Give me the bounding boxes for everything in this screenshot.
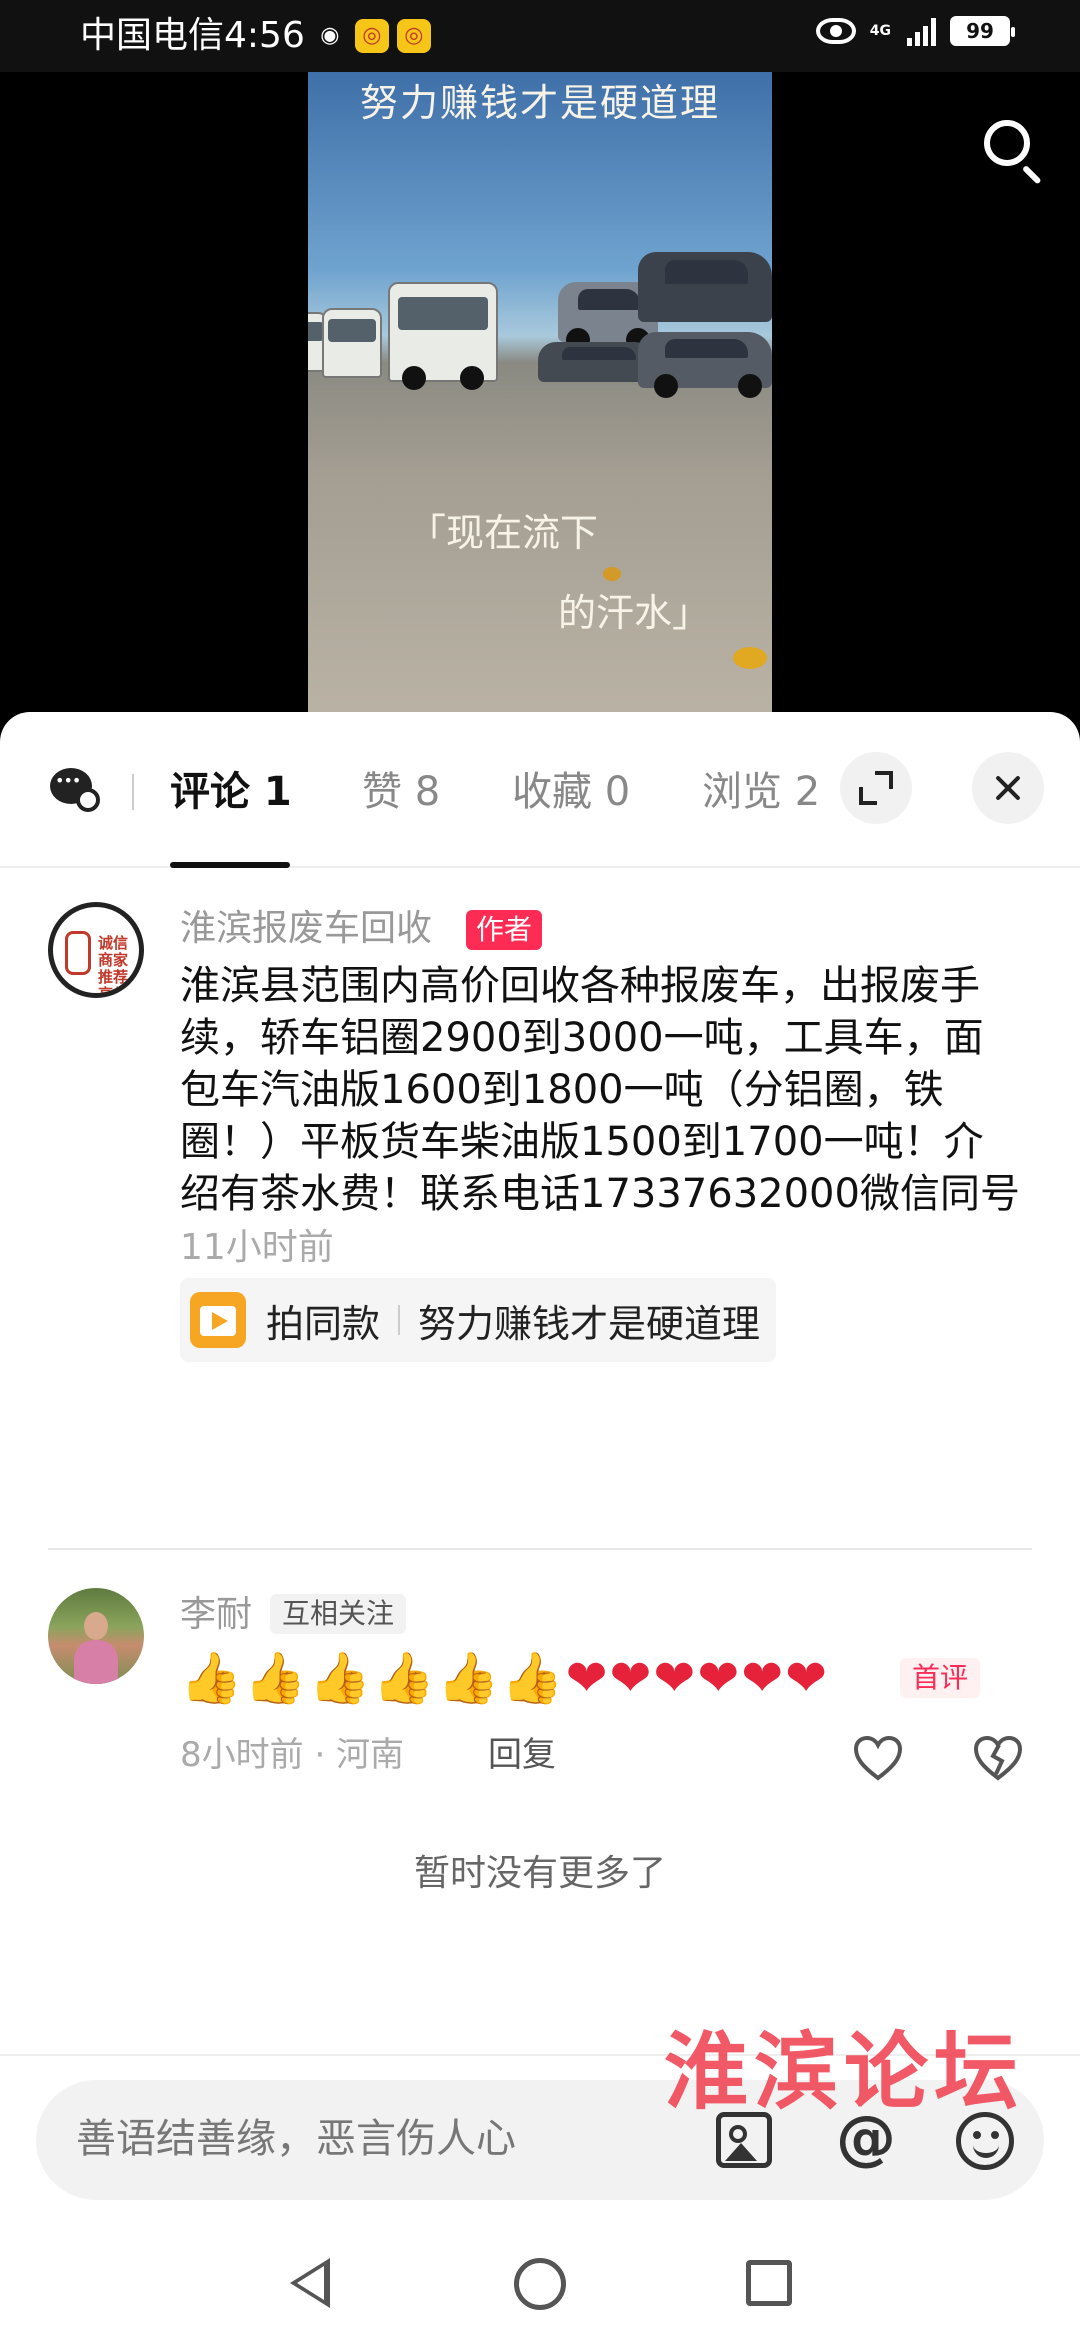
wechat-icon: ◉ [320, 23, 340, 48]
status-left: 中国电信4:56 ◉ ◎ ◎ [80, 14, 431, 58]
tab-divider [132, 774, 134, 810]
weibo-icon: ◎ [354, 19, 389, 53]
thumbs-up-emoji: 👍 [308, 1649, 371, 1707]
chip-divider [398, 1305, 401, 1335]
tabs-container: 评论 1 赞 8 收藏 0 浏览 2 [0, 712, 830, 868]
tab-favorites[interactable]: 收藏 0 [512, 762, 630, 822]
stone [603, 567, 621, 581]
heart-emoji: ❤ [741, 1649, 784, 1707]
expand-icon[interactable] [840, 752, 912, 824]
video-frame[interactable]: 努力赚钱才是硬道理 「现在流下 的汗水」 [308, 72, 772, 732]
nav-back-icon[interactable] [290, 2258, 330, 2308]
heart-emoji: ❤ [785, 1649, 828, 1707]
comment-divider [48, 1548, 1032, 1550]
video-player[interactable]: 努力赚钱才是硬道理 「现在流下 的汗水」 [0, 72, 1080, 732]
video-caption-line1: 「现在流下 [408, 511, 599, 555]
first-comment-badge: 首评 [900, 1658, 981, 1698]
video-caption-line2: 的汗水」 [558, 591, 711, 635]
thumbs-up-emoji: 👍 [180, 1649, 243, 1707]
comment-text[interactable]: 淮滨县范围内高价回收各种报废车，出报废手续，轿车铝圈2900到3000一吨，工具… [180, 960, 1020, 1274]
avatar[interactable] [48, 1588, 144, 1684]
comment-meta: 8小时前 · 河南 [180, 1735, 405, 1775]
thumbs-up-emoji: 👍 [501, 1649, 564, 1707]
comment-body: 淮滨县范围内高价回收各种报废车，出报废手续，轿车铝圈2900到3000一吨，工具… [180, 963, 1020, 1217]
comment-author-name[interactable]: 李耐 [180, 1590, 252, 1640]
status-right: 4G 99 [815, 16, 1015, 46]
forum-watermark: 淮滨论坛 [664, 2022, 1025, 2121]
mutual-follow-badge: 互相关注 [270, 1594, 407, 1634]
template-label: 拍同款 [266, 1301, 381, 1346]
comment-author-name[interactable]: 淮滨报废车回收 [180, 904, 432, 954]
avatar-text: 诚信商家 推荐 高价 回收 [97, 934, 128, 998]
comment-input-placeholder: 善语结善缘，恶言伤人心 [76, 2116, 516, 2162]
system-nav-bar [0, 2234, 1080, 2340]
avatar[interactable]: 诚信商家 推荐 高价 回收 [48, 902, 144, 998]
weibo-icon-2: ◎ [396, 19, 431, 53]
tab-likes[interactable]: 赞 8 [362, 762, 440, 822]
reply-button[interactable]: 回复 [488, 1730, 556, 1780]
template-title: 努力赚钱才是硬道理 [418, 1301, 761, 1346]
heart-emoji: ❤ [697, 1649, 740, 1707]
comment-emoji-row[interactable]: 👍 👍 👍 👍 👍 👍 ❤ ❤ ❤ ❤ ❤ ❤ [180, 1648, 827, 1708]
eye-icon [815, 18, 856, 44]
signal-icon [907, 16, 936, 46]
battery-icon: 99 [950, 16, 1015, 46]
comment-time: 11小时前 [180, 1227, 334, 1268]
clip-template-icon [190, 1292, 246, 1348]
comment-tabbar: 评论 1 赞 8 收藏 0 浏览 2 [0, 712, 1080, 868]
author-badge: 作者 [466, 910, 543, 950]
heart-emoji: ❤ [609, 1649, 652, 1707]
dislike-heart-icon[interactable] [972, 1734, 1024, 1782]
thumb-up-logo-icon [65, 931, 91, 975]
vehicles-scene [308, 252, 772, 482]
comment-settings-icon[interactable] [50, 768, 100, 812]
comment-item: 诚信商家 推荐 高价 回收 淮滨报废车回收 作者 淮滨县范围内高价回收各种报废车… [0, 902, 1080, 1362]
tab-comments[interactable]: 评论 1 [170, 762, 292, 822]
thumbs-up-emoji: 👍 [244, 1649, 307, 1707]
video-caption-top: 努力赚钱才是硬道理 [359, 81, 720, 125]
carrier-time: 中国电信4:56 [80, 15, 305, 56]
thumbs-up-emoji: 👍 [437, 1649, 500, 1707]
like-heart-icon[interactable] [852, 1734, 904, 1782]
heart-emoji: ❤ [565, 1649, 608, 1707]
no-more-text: 暂时没有更多了 [413, 1853, 666, 1894]
stone [733, 647, 767, 669]
same-template-chip[interactable]: 拍同款 努力赚钱才是硬道理 [180, 1278, 777, 1362]
search-icon[interactable] [978, 114, 1048, 185]
heart-emoji: ❤ [653, 1649, 696, 1707]
nav-recents-icon[interactable] [746, 2260, 792, 2306]
tab-views[interactable]: 浏览 2 [702, 762, 820, 822]
close-icon[interactable] [972, 752, 1044, 824]
network-label: 4G [869, 23, 891, 39]
tab-indicator [170, 862, 290, 868]
status-bar: 中国电信4:56 ◉ ◎ ◎ 4G 99 [0, 0, 1080, 72]
nav-home-icon[interactable] [514, 2258, 566, 2310]
thumbs-up-emoji: 👍 [372, 1649, 436, 1707]
